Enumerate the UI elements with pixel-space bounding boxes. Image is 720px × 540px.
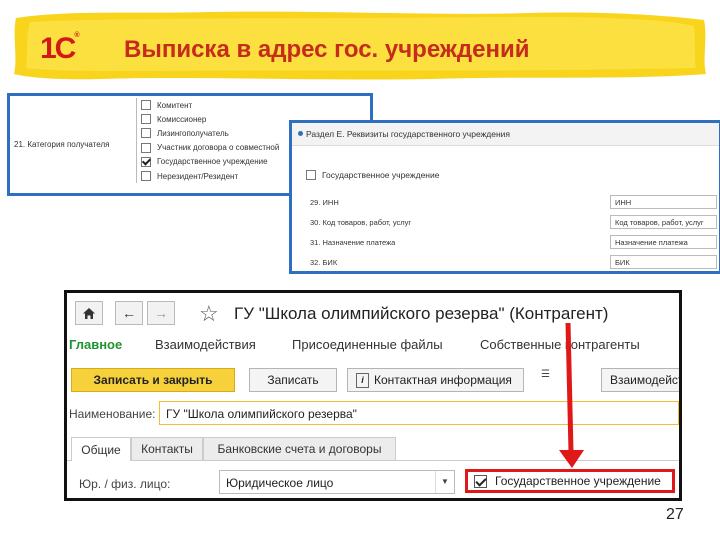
page-number: 27 — [666, 506, 684, 523]
annotation-arrow — [559, 322, 584, 468]
